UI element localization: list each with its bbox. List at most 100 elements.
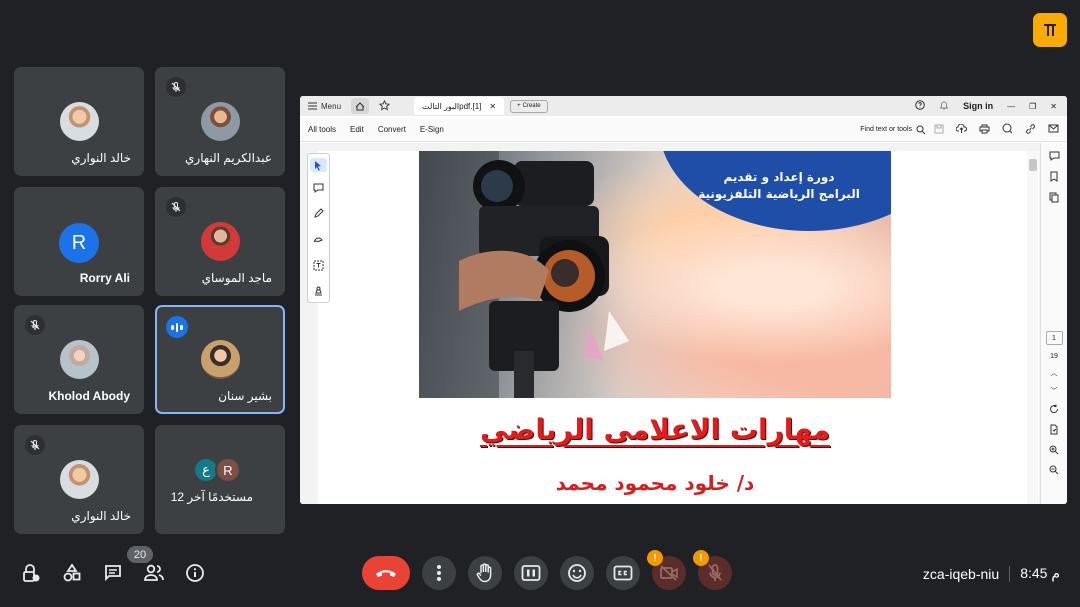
host-controls-button[interactable] — [20, 562, 42, 584]
link-icon[interactable] — [1025, 123, 1036, 136]
avatar — [60, 340, 99, 379]
vertical-scrollbar[interactable] — [1027, 151, 1038, 504]
reactions-button[interactable] — [560, 556, 594, 590]
document-author: د/ خلود محمود محمد — [555, 471, 755, 495]
stamp-icon[interactable] — [313, 284, 324, 302]
hand-icon — [476, 563, 492, 583]
print-icon[interactable] — [979, 124, 990, 136]
cover-banner-text: دورة إعداد و تقديم البرامج الرياضية التل… — [679, 169, 879, 203]
bell-icon[interactable] — [939, 100, 949, 112]
participant-tile[interactable]: خالد النواري — [14, 67, 144, 176]
other-avatars: ع R — [193, 457, 241, 483]
minimize-icon[interactable]: — — [1007, 102, 1015, 111]
find-tools[interactable]: Find text or tools — [860, 125, 926, 135]
menu-label: Menu — [321, 101, 342, 111]
zoom-out-icon[interactable] — [1049, 465, 1059, 477]
participant-name: خالد النواري — [71, 151, 131, 165]
extract-icon[interactable] — [1049, 424, 1059, 437]
avatar: R — [59, 223, 99, 263]
home-icon[interactable] — [351, 98, 370, 114]
meeting-tools — [20, 562, 206, 584]
right-rail: 1 19 ︿ ﹀ — [1040, 143, 1067, 504]
total-pages: 19 — [1050, 353, 1058, 360]
mail-icon[interactable] — [1048, 124, 1059, 135]
other-participants-tile[interactable]: ع R 12 مستخدمًا آخر — [155, 425, 285, 534]
close-window-icon[interactable]: ✕ — [1050, 102, 1057, 111]
current-page-indicator[interactable]: 1 — [1045, 331, 1063, 345]
meeting-logo-icon[interactable] — [1033, 13, 1067, 47]
hamburger-icon — [308, 102, 317, 110]
participant-tile[interactable]: عبدالكريم النهاري — [155, 67, 285, 176]
convert-button[interactable]: Convert — [378, 125, 406, 134]
page-down-icon[interactable]: ﹀ — [1051, 386, 1058, 396]
mic-off-button[interactable]: ! — [693, 550, 732, 590]
participant-name: Kholod Abody — [48, 389, 130, 403]
close-icon[interactable]: ✕ — [489, 102, 496, 111]
star-icon[interactable] — [378, 99, 391, 113]
participant-tile[interactable]: R Rorry Ali — [14, 187, 144, 296]
pages-icon[interactable] — [1049, 192, 1059, 205]
meeting-info: zca-iqeb-niu 8:45 م — [923, 565, 1060, 582]
mic-off-icon — [708, 564, 722, 581]
save-icon[interactable] — [934, 124, 944, 136]
upload-icon[interactable] — [955, 123, 967, 136]
pdf-tab[interactable]: ✕ pdf.[1]البور التالت — [414, 97, 505, 115]
lock-person-icon — [23, 564, 40, 582]
more-options-button[interactable] — [422, 556, 456, 590]
participant-tile[interactable]: ماجد الموساي — [155, 187, 285, 296]
participant-name: Rorry Ali — [79, 271, 130, 285]
warning-icon: ! — [693, 550, 709, 566]
chat-button[interactable] — [102, 562, 124, 584]
activities-button[interactable] — [61, 562, 83, 584]
cursor-icon[interactable] — [310, 158, 327, 172]
avatar — [201, 222, 240, 261]
participant-tile[interactable]: خالد النواري — [14, 425, 144, 534]
sign-in-button[interactable]: Sign in — [963, 101, 993, 111]
mic-off-icon — [166, 197, 186, 217]
videocam-off-icon — [660, 565, 678, 581]
leave-call-button[interactable] — [362, 556, 410, 590]
document-title: مهارات الاعلامى الرياضي — [479, 413, 831, 446]
shared-screen[interactable]: Menu ✕ pdf.[1]البور التالت + Create Sign… — [300, 96, 1067, 504]
ai-assistant-icon[interactable] — [1002, 123, 1013, 136]
highlight-icon[interactable] — [313, 206, 324, 224]
warning-icon: ! — [647, 550, 663, 566]
raise-hand-button[interactable] — [468, 556, 502, 590]
participant-count-badge: 20 — [127, 546, 153, 563]
participant-tile-active-speaker[interactable]: بشير سنان — [155, 305, 285, 414]
scrollbar-thumb[interactable] — [1029, 159, 1037, 171]
participant-tile[interactable]: Kholod Abody — [14, 305, 144, 414]
meeting-code[interactable]: zca-iqeb-niu — [923, 566, 999, 582]
esign-button[interactable]: E-Sign — [420, 125, 444, 134]
plus-icon: + — [517, 103, 521, 109]
present-now-button[interactable] — [514, 556, 548, 590]
cover-title-line2: البرامج الرياضية التلفزيونية — [698, 187, 860, 201]
captions-button[interactable] — [606, 556, 640, 590]
comments-panel-icon[interactable] — [1049, 151, 1060, 163]
help-icon[interactable] — [915, 100, 925, 112]
menu-button[interactable]: Menu — [308, 102, 341, 111]
restore-icon[interactable]: ❐ — [1029, 102, 1036, 111]
clock: 8:45 م — [1020, 565, 1060, 581]
cover-photo: دورة إعداد و تقديم البرامج الرياضية التل… — [419, 151, 891, 398]
all-tools-button[interactable]: All tools — [308, 125, 336, 134]
pdf-toolbar: All tools Edit Convert E-Sign Find text … — [300, 118, 1067, 142]
create-button[interactable]: + Create — [510, 99, 548, 113]
info-icon — [186, 564, 204, 582]
avatar — [60, 460, 99, 499]
page-up-icon[interactable]: ︿ — [1051, 368, 1058, 378]
annotation-toolbar — [307, 153, 330, 303]
edit-button[interactable]: Edit — [350, 125, 364, 134]
zoom-in-icon[interactable] — [1049, 445, 1059, 457]
camera-off-button[interactable]: ! — [647, 550, 686, 590]
bookmark-icon[interactable] — [1049, 171, 1059, 184]
avatar — [201, 340, 240, 379]
rotate-icon[interactable] — [1049, 404, 1059, 416]
meeting-details-button[interactable] — [184, 562, 206, 584]
people-button[interactable] — [143, 562, 165, 584]
participant-name: 12 مستخدمًا آخر — [170, 490, 253, 504]
text-box-icon[interactable] — [313, 258, 324, 276]
cover-title-line1: دورة إعداد و تقديم — [723, 170, 835, 184]
comment-icon[interactable] — [313, 180, 324, 198]
draw-icon[interactable] — [313, 232, 324, 250]
